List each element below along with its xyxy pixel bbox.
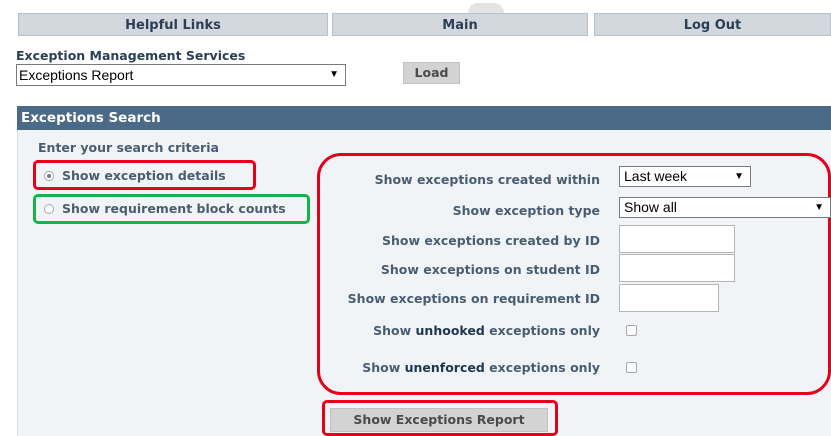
section-header: Exceptions Search	[17, 106, 831, 130]
nav-log-out[interactable]: Log Out	[594, 13, 831, 36]
report-select[interactable]: Exceptions Report ▼	[16, 64, 346, 86]
unenforced-label: Show unenforced exceptions only	[362, 360, 600, 375]
unhooked-checkbox[interactable]	[626, 325, 637, 336]
nav-decoration	[468, 3, 504, 13]
created-by-label: Show exceptions created by ID	[381, 233, 600, 248]
requirement-id-input[interactable]	[619, 284, 719, 312]
highlight-counts	[33, 194, 310, 224]
dropdown-arrow-icon: ▼	[734, 171, 744, 182]
created-within-label: Show exceptions created within	[374, 172, 600, 187]
unenforced-prefix: Show	[362, 360, 405, 375]
show-exceptions-report-button[interactable]: Show Exceptions Report	[330, 408, 548, 432]
student-id-input[interactable]	[619, 254, 735, 282]
load-button[interactable]: Load	[403, 62, 460, 84]
exception-type-label: Show exception type	[452, 203, 600, 218]
report-select-value: Exceptions Report	[19, 67, 134, 83]
requirement-id-label: Show exceptions on requirement ID	[347, 291, 600, 306]
criteria-label: Enter your search criteria	[38, 140, 219, 155]
unhooked-word: unhooked	[415, 323, 485, 338]
dropdown-arrow-icon: ▼	[814, 202, 824, 213]
created-within-select[interactable]: Last week ▼	[619, 166, 751, 187]
unhooked-suffix: exceptions only	[484, 323, 600, 338]
exception-type-value: Show all	[624, 199, 677, 215]
student-id-label: Show exceptions on student ID	[380, 262, 600, 277]
unhooked-label: Show unhooked exceptions only	[373, 323, 600, 338]
dropdown-arrow-icon: ▼	[329, 69, 339, 80]
unenforced-suffix: exceptions only	[484, 360, 600, 375]
unhooked-prefix: Show	[373, 323, 416, 338]
nav-main[interactable]: Main	[332, 13, 588, 36]
service-label: Exception Management Services	[16, 48, 246, 63]
highlight-details	[33, 160, 256, 190]
created-by-input[interactable]	[619, 225, 735, 253]
created-within-value: Last week	[624, 168, 688, 184]
exception-type-select[interactable]: Show all ▼	[619, 197, 831, 218]
unenforced-word: unenforced	[404, 360, 485, 375]
unenforced-checkbox[interactable]	[626, 362, 637, 373]
nav-helpful-links[interactable]: Helpful Links	[18, 13, 328, 36]
